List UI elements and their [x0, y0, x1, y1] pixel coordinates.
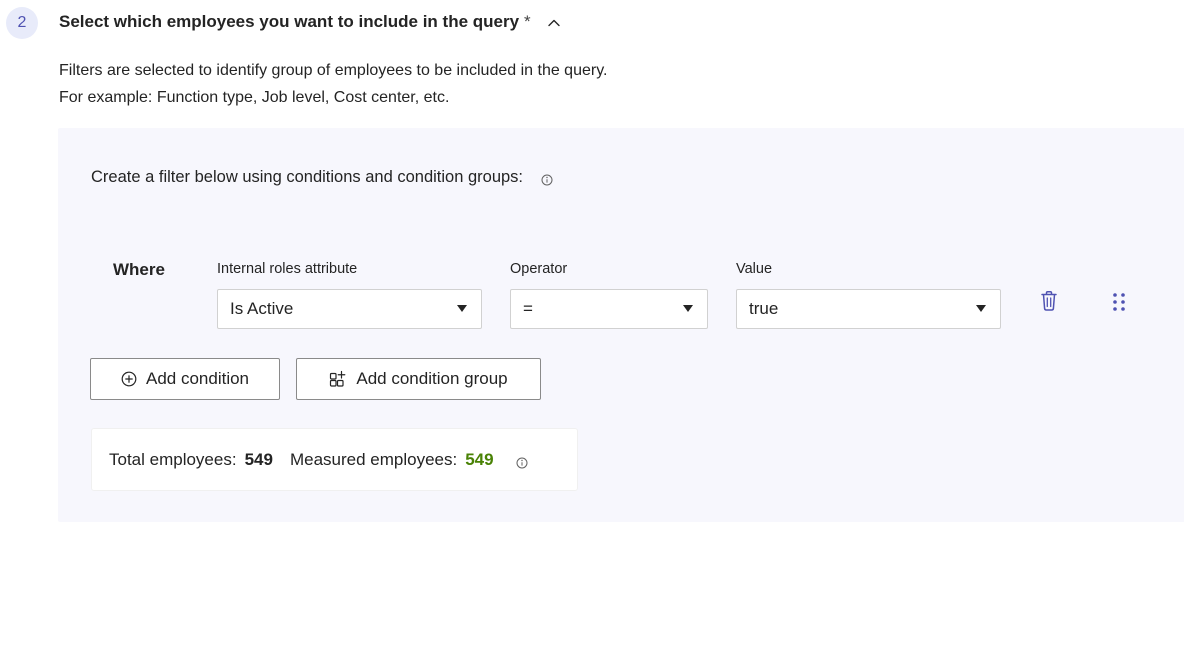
info-icon[interactable] [516, 454, 528, 468]
employee-stats-card: Total employees: 549 Measured employees:… [91, 428, 578, 491]
filter-panel-heading: Create a filter below using conditions a… [91, 168, 553, 187]
value-selected-value: true [749, 299, 779, 318]
operator-selected-value: = [523, 299, 533, 318]
add-condition-label: Add condition [145, 369, 250, 388]
trash-icon[interactable] [1039, 290, 1059, 317]
attribute-selected-value: Is Active [230, 299, 294, 318]
required-marker: * [524, 12, 531, 31]
step-number-badge: 2 [6, 7, 38, 39]
filter-heading-text: Create a filter below using conditions a… [91, 168, 524, 186]
add-group-icon [330, 370, 346, 387]
attribute-label: Internal roles attribute [217, 261, 358, 277]
description-line-2: For example: Function type, Job level, C… [59, 89, 450, 106]
step-header[interactable]: Select which employees you want to inclu… [59, 12, 561, 32]
measured-employees-label: Measured employees: [289, 449, 458, 469]
value-label: Value [736, 261, 773, 277]
operator-dropdown[interactable]: = [510, 289, 708, 329]
total-employees-label: Total employees: [109, 449, 237, 469]
step-description: Filters are selected to identify group o… [59, 57, 607, 111]
measured-employees-value: 549 [465, 449, 494, 469]
add-circle-icon [121, 371, 137, 387]
drag-handle-icon[interactable] [1111, 292, 1127, 317]
info-icon[interactable] [541, 172, 553, 185]
caret-down-icon [683, 305, 693, 312]
value-dropdown[interactable]: true [736, 289, 1001, 329]
caret-down-icon [976, 305, 986, 312]
where-label: Where [113, 260, 165, 279]
add-condition-group-label: Add condition group [356, 369, 508, 388]
description-line-1: Filters are selected to identify group o… [59, 62, 608, 79]
total-employees-value: 549 [244, 449, 273, 469]
caret-down-icon [457, 305, 467, 312]
attribute-dropdown[interactable]: Is Active [217, 289, 482, 329]
add-condition-group-button[interactable]: Add condition group [296, 358, 541, 400]
chevron-up-icon[interactable] [547, 15, 561, 29]
add-condition-button[interactable]: Add condition [90, 358, 280, 400]
query-step-section: 2 Select which employees you want to inc… [0, 0, 1184, 648]
operator-label: Operator [510, 261, 568, 277]
step-title: Select which employees you want to inclu… [59, 12, 520, 31]
